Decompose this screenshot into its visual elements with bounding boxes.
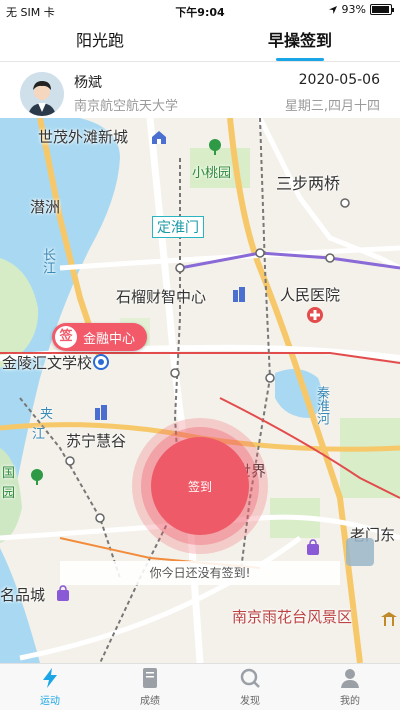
map-label-jiang: 江: [32, 427, 46, 442]
checkin-button-ring: 签到: [141, 427, 259, 545]
nav-label: 运动: [40, 696, 60, 707]
user-school: 南京航空航天大学: [74, 99, 179, 114]
current-location-icon: [93, 354, 109, 370]
map-label-renmin-hospital: 人民医院: [280, 286, 341, 304]
lightning-icon: [39, 667, 61, 689]
map-label-mingpincheng: 名品城: [0, 586, 46, 604]
scorebook-icon: [139, 667, 161, 689]
user-info-row: 杨斌 南京航空航天大学 2020-05-06 星期三,四月十四: [0, 62, 400, 120]
map-label-jinling: 金陵汇文学校: [2, 354, 93, 372]
tab-morning-checkin[interactable]: 早操签到: [200, 22, 400, 61]
nav-label: 发现: [240, 696, 260, 707]
avatar[interactable]: [20, 72, 64, 116]
map-label-yuan: 园: [2, 486, 16, 501]
shopping-bag-icon: [307, 539, 319, 555]
tab-label: 阳光跑: [75, 31, 124, 50]
map-label-qinhuai: 秦淮河: [314, 386, 329, 425]
checkin-button-core: 签到: [151, 437, 249, 535]
bottom-nav: 运动 成绩 发现 我的: [0, 663, 400, 710]
nav-label: 我的: [340, 696, 360, 707]
map-label-shiliu: 石榴财智中心: [116, 288, 207, 306]
current-weekday: 星期三,四月十四: [284, 99, 380, 114]
checkin-status-tip: 你今日还没有签到!: [60, 561, 340, 585]
top-tabs: 阳光跑 早操签到: [0, 22, 400, 62]
user-name: 杨斌: [74, 75, 102, 91]
current-date: 2020-05-06: [298, 72, 380, 88]
poi-name: 金融中心: [83, 331, 136, 347]
tab-label: 早操签到: [267, 31, 332, 50]
battery-percent: 93%: [341, 3, 366, 16]
nav-item-profile[interactable]: 我的: [300, 664, 400, 710]
map-label-shimao: 世茂外滩新城: [38, 128, 129, 146]
map-label-qianzhou: 潜洲: [30, 198, 61, 216]
map-label-dinghuaimen: 定淮门: [152, 216, 204, 238]
map-label-jia: 夹: [40, 407, 54, 422]
profile-icon: [339, 667, 361, 689]
floating-avatar-icon[interactable]: [346, 538, 374, 566]
map-label-changjiang: 长江: [40, 248, 55, 274]
building-icon: [152, 131, 166, 144]
map-label-sanbuliangqiao: 三步两桥: [276, 174, 341, 193]
park-tree-icon: [31, 469, 43, 485]
battery-icon: [370, 4, 394, 15]
nav-label: 成绩: [140, 696, 160, 707]
nav-item-discover[interactable]: 发现: [200, 664, 300, 710]
map-label-xiaotaoyuan: 小桃园: [192, 166, 232, 181]
checkin-button[interactable]: 签到: [132, 418, 268, 554]
shopping-bag-icon-2: [57, 585, 69, 601]
status-bar: 无 SIM 卡 下午9:04 93%: [0, 0, 400, 22]
poi-checkin-marker[interactable]: 签 金融中心: [52, 323, 148, 351]
map-view[interactable]: 世茂外滩新城 小桃园 三步两桥 潜洲 长江 定淮门 石榴财智中心 人民医院 金陵…: [0, 118, 400, 663]
pavilion-icon: [381, 612, 397, 626]
checkin-button-label: 签到: [187, 479, 212, 494]
discover-icon: [239, 667, 261, 689]
nav-item-sport[interactable]: 运动: [0, 664, 100, 710]
map-label-yuhuatai: 南京雨花台风景区: [232, 608, 353, 626]
hospital-icon: [307, 307, 323, 323]
map-label-suning: 苏宁慧谷: [66, 432, 127, 450]
avatar-person-icon: [20, 72, 64, 116]
location-arrow-icon: [328, 5, 337, 14]
status-right: 93%: [328, 3, 394, 16]
tab-active-indicator: [276, 58, 324, 61]
battery-fill: [372, 6, 389, 13]
nav-item-scores[interactable]: 成绩: [100, 664, 200, 710]
tab-sunshine-run[interactable]: 阳光跑: [0, 22, 200, 61]
map-label-guo: 国: [2, 466, 16, 481]
tree-icon: [209, 139, 221, 155]
office-building-icon-2: [95, 405, 107, 420]
office-building-icon: [233, 287, 245, 302]
checkin-sig-icon: 签: [55, 326, 77, 348]
